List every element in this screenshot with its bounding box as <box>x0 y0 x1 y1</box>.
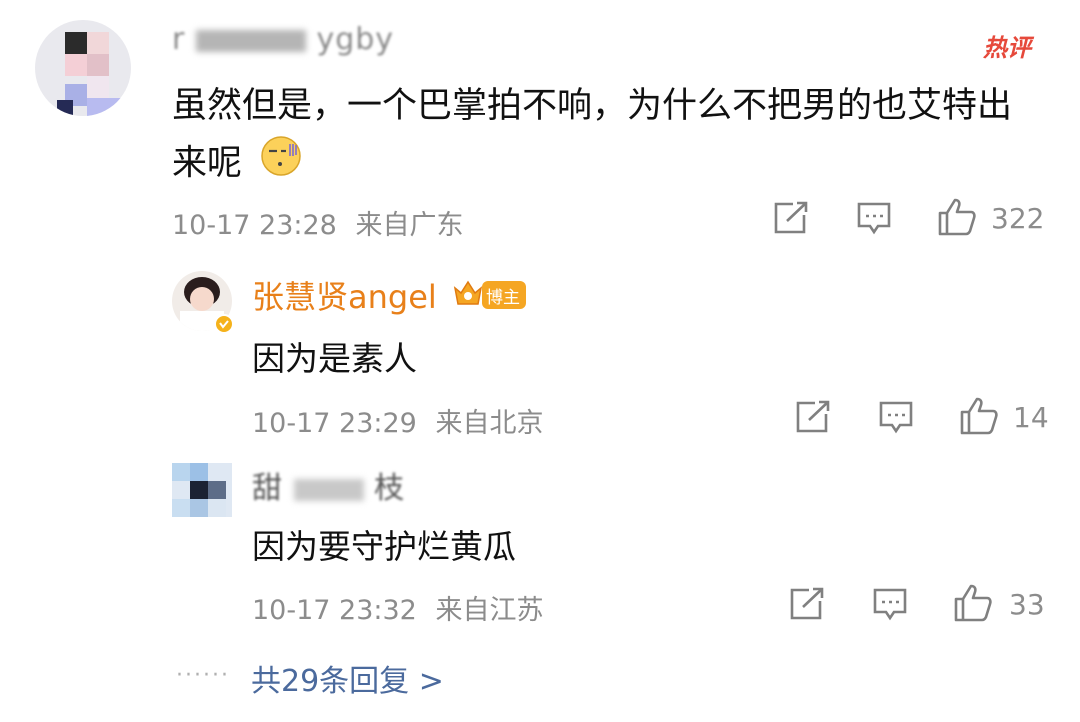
main-comment-text: 虽然但是，一个巴掌拍不响，为什么不把男的也艾特出来呢 <box>172 78 1032 195</box>
like-icon[interactable] <box>959 396 999 436</box>
share-icon[interactable] <box>795 400 831 434</box>
main-avatar[interactable] <box>35 20 131 116</box>
main-username[interactable]: r ygby <box>172 22 394 57</box>
comment-time: 10-17 23:28 <box>172 210 337 241</box>
reply-meta-2: 10-17 23:32 来自江苏 <box>252 595 544 626</box>
comment-icon[interactable] <box>872 587 908 623</box>
comment-icon[interactable] <box>856 201 892 237</box>
like-count: 14 <box>1013 401 1049 434</box>
reply-text-1: 因为是素人 <box>252 339 417 378</box>
speechless-emoji-icon <box>259 134 303 195</box>
reply-username-1[interactable]: 张慧贤angel <box>252 272 437 318</box>
hot-comment-tag: 热评 <box>983 34 1031 62</box>
share-icon[interactable] <box>789 587 825 621</box>
comment-location: 来自广东 <box>355 210 464 241</box>
like-count: 33 <box>1009 588 1045 621</box>
like-icon[interactable] <box>953 583 993 623</box>
like-count: 322 <box>991 202 1045 235</box>
like-icon[interactable] <box>937 197 977 237</box>
crown-icon <box>452 277 484 313</box>
main-comment-meta: 10-17 23:28 来自广东 <box>172 203 463 242</box>
verified-icon <box>214 314 234 338</box>
divider-dots: ······ <box>176 663 230 688</box>
reply-avatar-2[interactable] <box>172 463 232 517</box>
more-replies-link[interactable]: 共29条回复 > <box>251 656 444 700</box>
reply-username-2[interactable]: 甜 枝 <box>252 463 405 507</box>
blogger-badge: 博主 <box>452 277 526 313</box>
share-icon[interactable] <box>773 201 809 235</box>
comment-icon[interactable] <box>878 400 914 436</box>
reply-text-2: 因为要守护烂黄瓜 <box>252 527 516 566</box>
reply-meta-1: 10-17 23:29 来自北京 <box>252 408 544 439</box>
